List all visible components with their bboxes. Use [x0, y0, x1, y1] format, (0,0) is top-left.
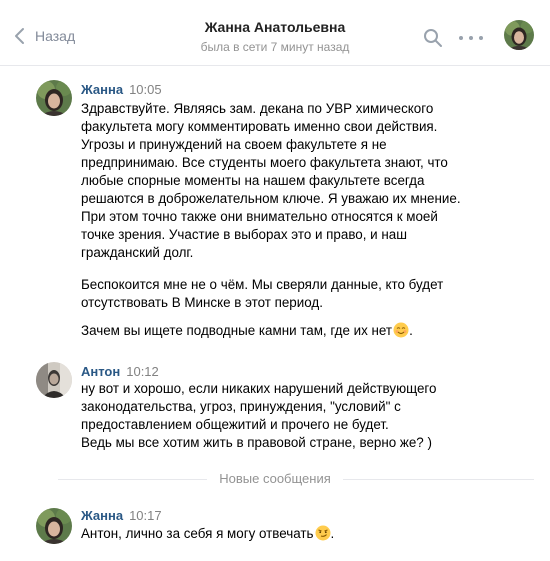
avatar-zhanna[interactable]	[36, 508, 72, 544]
back-label: Назад	[35, 28, 76, 44]
chat-title[interactable]: Жанна Анатольевна	[140, 18, 410, 36]
message-text: Зачем вы ищете подводные камни там, где …	[81, 322, 541, 340]
message-text-fragment: .	[330, 526, 335, 541]
message-text: Беспокоится мне не о чём. Мы сверяли дан…	[81, 277, 444, 310]
message-text-fragment: .	[409, 323, 413, 338]
message-text-fragment: Зачем вы ищете подводные камни там, где …	[81, 323, 393, 338]
message-time[interactable]: 10:05	[129, 82, 162, 97]
message-text-fragment: Антон, лично за себя я могу отвечать	[81, 526, 314, 541]
message-header: Антон 10:12	[81, 364, 159, 380]
header-avatar[interactable]	[504, 20, 534, 50]
message-header: Жанна 10:17	[81, 508, 162, 524]
chat-header: Назад Жанна Анатольевна была в сети 7 ми…	[0, 0, 550, 66]
author-name[interactable]: Антон	[81, 364, 120, 379]
smirking-face-emoji	[315, 525, 330, 541]
avatar-zhanna[interactable]	[36, 80, 72, 116]
message-text: Антон, лично за себя я могу отвечать .	[81, 525, 541, 543]
dot	[469, 36, 473, 40]
avatar-anton[interactable]	[36, 362, 72, 398]
message-time[interactable]: 10:12	[126, 364, 159, 379]
message-header: Жанна 10:05	[81, 82, 162, 98]
message-text: ну вот и хорошо, если никаких нарушений …	[81, 381, 437, 450]
last-seen-status: была в сети 7 минут назад	[200, 40, 350, 54]
message-time[interactable]: 10:17	[129, 508, 162, 523]
new-messages-label: Новые сообщения	[207, 471, 343, 486]
dot	[479, 36, 483, 40]
smiling-face-emoji	[393, 322, 409, 338]
dot	[459, 36, 463, 40]
back-button[interactable]: Назад	[12, 24, 75, 48]
new-messages-divider: Новые сообщения	[0, 469, 550, 489]
message-text: Здравствуйте. Являясь зам. декана по УВР…	[81, 101, 461, 260]
more-dots-icon[interactable]	[459, 28, 483, 48]
author-name[interactable]: Жанна	[81, 508, 123, 523]
chevron-left-icon	[15, 28, 24, 44]
chat-title-block[interactable]: Жанна Анатольевна была в сети 7 минут на…	[140, 18, 410, 56]
author-name[interactable]: Жанна	[81, 82, 123, 97]
search-icon[interactable]	[423, 28, 443, 48]
